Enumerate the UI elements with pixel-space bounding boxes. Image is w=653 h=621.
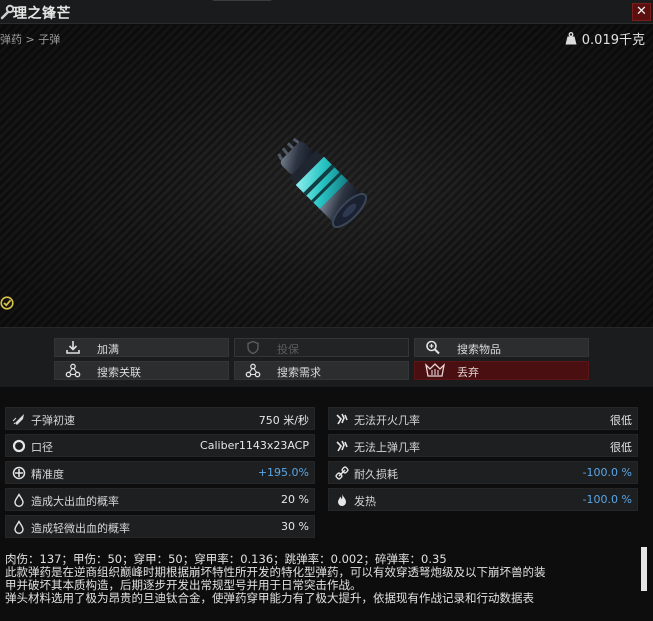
stat-heat: 发热 -100.0 %	[328, 488, 638, 511]
weight-value: 0.019千克	[581, 33, 645, 48]
weight-display: 0.019千克	[565, 29, 645, 48]
durability-icon	[335, 466, 349, 480]
weight-icon	[565, 32, 577, 45]
stat-accuracy: 精准度 +195.0%	[5, 461, 315, 484]
crosshair-icon	[12, 466, 26, 480]
stat-bullet-velocity: 子弹初速 750 米/秒	[5, 407, 315, 430]
blood-drop-icon	[14, 520, 24, 534]
shield-icon	[247, 340, 259, 355]
caliber-icon	[12, 439, 26, 453]
search-related-button[interactable]: 搜索关联	[54, 361, 229, 380]
item-preview: 弹药 > 子弹 0.019千克	[0, 25, 653, 327]
stat-misfeed-chance: 无法上弹几率 很低	[328, 434, 638, 457]
stat-light-bleed-chance: 造成轻微出血的概率 30 %	[5, 515, 315, 538]
magnifier-icon	[426, 340, 440, 355]
action-panel: 加满 投保 搜索物品 搜索关联 搜索需求 丢弃	[0, 327, 653, 387]
stat-caliber: 口径 Caliber1143x23ACP	[5, 434, 315, 457]
description-line: 弹头材料选用了极为昂贵的旦迪钛合金，使弹药穿甲能力有了极大提升，依据现有作战记录…	[5, 591, 534, 605]
breadcrumb[interactable]: 弹药 > 子弹	[0, 31, 60, 47]
search-item-button[interactable]: 搜索物品	[414, 338, 589, 357]
ammo-cartridge-image	[277, 137, 368, 229]
close-button[interactable]: ✕	[632, 3, 651, 21]
trash-icon	[425, 363, 445, 377]
nodes-icon	[245, 363, 261, 378]
title-bar[interactable]: 理之锋芒 ✕	[0, 0, 653, 24]
blood-drop-icon	[14, 493, 24, 507]
stat-heavy-bleed-chance: 造成大出血的概率 20 %	[5, 488, 315, 511]
nodes-icon	[65, 363, 81, 378]
item-description: 肉伤：137；甲伤：50；穿甲：50；穿甲率：0.136；跳弹率：0.002；碎…	[5, 553, 637, 621]
misfire-icon	[336, 413, 348, 425]
search-requirement-button[interactable]: 搜索需求	[234, 361, 409, 380]
window-title: 理之锋芒	[13, 6, 71, 22]
stat-durability-burn: 耐久损耗 -100.0 %	[328, 461, 638, 484]
background-window-tab	[212, 0, 272, 1]
item-inspect-window: 理之锋芒 ✕ 弹药 > 子弹 0.019千克 加满 投保 搜索物品 搜索关联 搜…	[0, 0, 653, 621]
insure-button[interactable]: 投保	[234, 338, 409, 357]
stat-misfire-chance: 无法开火几率 很低	[328, 407, 638, 430]
wrench-icon	[0, 4, 14, 20]
description-scrollbar[interactable]	[641, 547, 647, 591]
download-icon	[66, 341, 80, 354]
inspected-check-icon	[0, 296, 14, 310]
bullet-speed-icon	[12, 414, 24, 425]
flame-icon	[338, 494, 346, 506]
fill-button[interactable]: 加满	[54, 338, 229, 357]
discard-button[interactable]: 丢弃	[414, 361, 589, 380]
misfeed-icon	[336, 440, 348, 452]
